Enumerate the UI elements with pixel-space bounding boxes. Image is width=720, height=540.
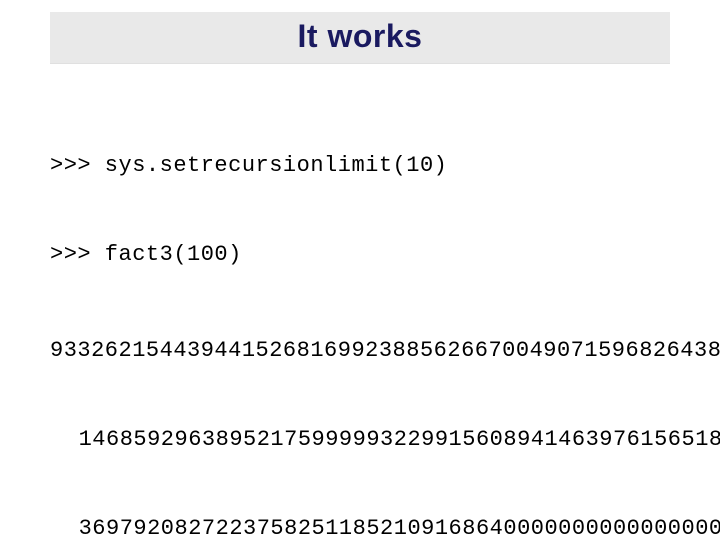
code-block: >>> sys.setrecursionlimit(10) >>> fact3(… — [50, 92, 670, 540]
code-output: 9332621544394415268169923885626670049071… — [50, 336, 670, 366]
page-title: It works — [298, 18, 423, 54]
code-output: 3697920827223758251185210916864000000000… — [50, 514, 670, 540]
code-output: 1468592963895217599999322991560894146397… — [50, 425, 670, 455]
title-bar: It works — [50, 12, 670, 64]
slide: It works >>> sys.setrecursionlimit(10) >… — [0, 0, 720, 540]
code-line: >>> fact3(100) — [50, 240, 670, 270]
code-line: >>> sys.setrecursionlimit(10) — [50, 151, 670, 181]
